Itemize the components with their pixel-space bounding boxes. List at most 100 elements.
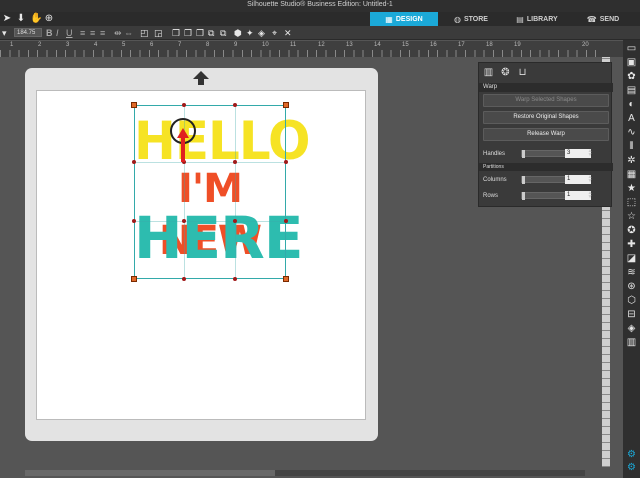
delete-icon[interactable]: ✕ [284,27,292,39]
ruler-tick: 2 [38,42,42,48]
warp-panel-icon[interactable]: ▥ [625,336,638,349]
duplicate-icon[interactable]: ❐ [172,27,180,39]
transform-icon[interactable]: ✲ [625,154,638,167]
grid-icon: ▦ [385,14,393,24]
spacing-icon[interactable]: ⇹ [114,27,122,39]
layers-icon[interactable]: ◪ [625,252,638,265]
rows-stepper-icon[interactable]: ▲ ▼ [587,191,593,200]
restore-original-shapes-button[interactable]: Restore Original Shapes [483,111,609,124]
tab-send[interactable]: ☎ SEND [570,12,636,26]
replicate-panel-icon[interactable]: ▦ [625,168,638,181]
release-warp-button[interactable]: Release Warp [483,128,609,141]
horizontal-scrollbar[interactable] [25,470,585,476]
title-bar: Silhouette Studio® Business Edition: Unt… [0,0,640,12]
bold-icon[interactable]: B [46,27,53,39]
handles-stepper-icon[interactable]: ▲ ▼ [587,149,593,158]
align-icon[interactable]: ⫴ [625,140,638,153]
scrollbar-thumb[interactable] [25,470,275,476]
select-arrow-icon[interactable]: ➤ [2,13,12,24]
align-center-icon[interactable]: ≡ [90,27,95,39]
warp-handle[interactable] [233,219,237,223]
offset-panel-icon[interactable]: ⬚ [625,196,638,209]
warp-handle[interactable] [132,160,136,164]
ruler-tick: 4 [94,42,98,48]
warp-handle[interactable] [233,103,237,107]
modify-icon[interactable]: ★ [625,182,638,195]
weld-icon[interactable]: ⬢ [234,27,242,39]
offset-icon[interactable]: ✦ [246,27,254,39]
tab-send-label: SEND [599,15,620,23]
badge-icon[interactable]: ✪ [625,224,638,237]
warp-handle[interactable] [233,277,237,281]
font-size-field[interactable]: 184.75 [14,28,42,37]
columns-stepper-icon[interactable]: ▲ ▼ [587,175,593,184]
corner-handle[interactable] [131,102,137,108]
move-down-icon[interactable]: ⬇ [16,13,26,24]
ruler-tick: 10 [262,42,269,48]
distort-tab-icon[interactable]: ❂ [500,66,511,79]
warp-handle[interactable] [182,277,186,281]
palette-icon[interactable]: ✿ [625,70,638,83]
duplicate-down-icon[interactable]: ❐ [196,27,204,39]
pattern-icon[interactable]: ⊛ [625,280,638,293]
fill-color-icon[interactable]: ▣ [625,56,638,69]
text-style-icon[interactable]: A [625,112,638,125]
duplicate-right-icon[interactable]: ❐ [184,27,192,39]
warp-tab-icon[interactable]: ▥ [483,66,494,79]
puzzle-icon[interactable]: ✚ [625,238,638,251]
ruler-tick: 15 [402,42,409,48]
library-panel-icon[interactable]: ⊟ [625,308,638,321]
top-nav: ➤ ⬇ ✋ ⊕ ▦ DESIGN ◍ STORE ▤ LIBRARY ☎ SEN… [0,12,640,26]
trace-panel-icon[interactable]: ⬡ [625,294,638,307]
nesting-icon[interactable]: ≋ [625,266,638,279]
settings-gear-icon[interactable]: ⚙ [625,448,638,461]
align-right-icon[interactable]: ≡ [100,27,105,39]
warp-grid-line [134,162,286,163]
selection-box[interactable] [134,105,286,279]
window-title: Silhouette Studio® Business Edition: Unt… [247,1,393,8]
ruler-tick: 6 [150,42,154,48]
align-left-icon[interactable]: ≡ [80,27,85,39]
right-panel-toolbar: ▭ ▣ ✿ ▤ ◐ A ∿ ⫴ ✲ ▦ ★ ⬚ ☆ ✪ ✚ ◪ ≋ ⊛ ⬡ ⊟ … [623,40,640,478]
corner-handle[interactable] [283,276,289,282]
preferences-gear-icon[interactable]: ⚙ [625,461,638,474]
warp-handle[interactable] [284,219,288,223]
arrange-icon[interactable]: ⧉ [220,27,226,39]
ungroup-icon[interactable]: ◲ [154,27,163,39]
kerning-icon[interactable]: ⇔ [124,27,133,39]
zoom-icon[interactable]: ⊕ [44,13,54,24]
trace-icon[interactable]: ⌖ [272,27,277,39]
corner-handle[interactable] [131,276,137,282]
line-color-icon[interactable]: ▤ [625,84,638,97]
ruler-tick: 7 [178,42,182,48]
warp-handle[interactable] [132,219,136,223]
library-icon: ▤ [516,14,524,24]
tab-library-label: LIBRARY [526,15,558,23]
tab-store[interactable]: ◍ STORE [438,12,504,26]
replicate-icon[interactable]: ◈ [258,27,265,39]
sketch-icon[interactable]: ∿ [625,126,638,139]
mirror-icon[interactable]: ⧉ [208,27,214,39]
underline-icon[interactable]: U [66,27,73,39]
warp-selected-shapes-button[interactable]: Warp Selected Shapes [483,94,609,107]
warp-handle[interactable] [182,103,186,107]
rows-label: Rows [483,193,499,199]
effects-icon[interactable]: ◈ [625,322,638,335]
ruler-tick: 19 [514,42,521,48]
corner-handle[interactable] [283,102,289,108]
pan-hand-icon[interactable]: ✋ [30,13,42,24]
page-setup-icon[interactable]: ▭ [625,42,638,55]
tab-library[interactable]: ▤ LIBRARY [504,12,570,26]
tab-design[interactable]: ▦ DESIGN [370,12,438,26]
warp-handle[interactable] [233,160,237,164]
feed-direction-arrow-icon [193,71,209,85]
group-icon[interactable]: ◰ [140,27,149,39]
opacity-icon[interactable]: ◐ [625,98,638,111]
italic-icon[interactable]: I [56,27,59,39]
shape-tab-icon[interactable]: ⊔ [517,66,528,79]
mouse-pointer-icon [177,128,189,162]
ruler-tick: 13 [346,42,353,48]
warp-handle[interactable] [284,160,288,164]
warp-handle[interactable] [182,219,186,223]
star-icon[interactable]: ☆ [625,210,638,223]
